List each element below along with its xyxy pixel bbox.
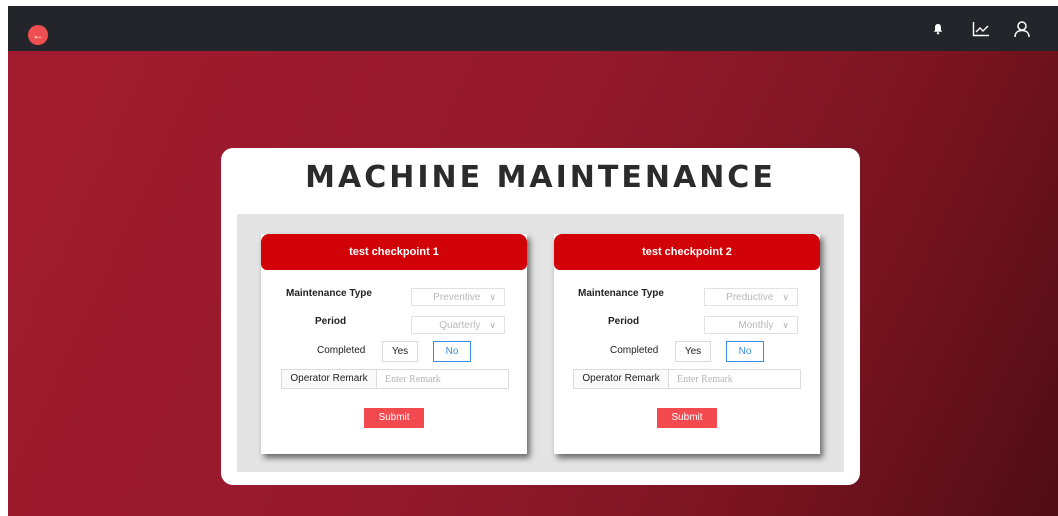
maintenance-card: MACHINE MAINTENANCE test checkpoint 1 Ma… xyxy=(221,148,860,485)
period-value: Quarterly xyxy=(439,319,481,331)
user-icon xyxy=(1014,20,1030,37)
period-select[interactable]: Monthly ∨ xyxy=(704,316,798,334)
back-button[interactable]: ← xyxy=(28,25,48,45)
completed-no-button[interactable]: No xyxy=(726,341,764,362)
notifications-button[interactable] xyxy=(926,6,950,51)
operator-remark-group: Operator Remark xyxy=(281,369,509,389)
chart-line-icon xyxy=(972,21,989,36)
operator-remark-label: Operator Remark xyxy=(282,370,377,388)
submit-button[interactable]: Submit xyxy=(657,408,717,428)
arrow-left-icon: ← xyxy=(32,28,44,42)
checkpoint-card-1: test checkpoint 1 Maintenance Type Preve… xyxy=(261,234,527,454)
period-label: Period xyxy=(315,316,347,327)
page-title: MACHINE MAINTENANCE xyxy=(305,160,776,195)
profile-button[interactable] xyxy=(1009,6,1035,51)
period-label: Period xyxy=(608,316,640,327)
submit-button[interactable]: Submit xyxy=(364,408,424,428)
completed-label: Completed xyxy=(317,345,366,356)
chevron-down-icon: ∨ xyxy=(489,319,496,330)
period-value: Monthly xyxy=(738,319,774,331)
top-bar: ← xyxy=(8,6,1058,51)
chevron-down-icon: ∨ xyxy=(782,291,789,302)
maintenance-type-value: Preventive xyxy=(433,291,481,303)
maintenance-type-label: Maintenance Type xyxy=(286,288,372,299)
operator-remark-label: Operator Remark xyxy=(574,370,669,388)
checkpoint-panel: test checkpoint 1 Maintenance Type Preve… xyxy=(237,214,844,472)
completed-no-button[interactable]: No xyxy=(433,341,471,362)
analytics-button[interactable] xyxy=(968,6,994,51)
maintenance-type-value: Preductive xyxy=(726,291,774,303)
completed-yes-button[interactable]: Yes xyxy=(675,341,711,362)
operator-remark-input[interactable] xyxy=(669,370,800,388)
checkpoint-title: test checkpoint 2 xyxy=(554,234,820,270)
period-select[interactable]: Quarterly ∨ xyxy=(411,316,505,334)
chevron-down-icon: ∨ xyxy=(782,319,789,330)
completed-yes-button[interactable]: Yes xyxy=(382,341,418,362)
maintenance-type-select[interactable]: Preventive ∨ xyxy=(411,288,505,306)
checkpoint-card-2: test checkpoint 2 Maintenance Type Predu… xyxy=(554,234,820,454)
completed-label: Completed xyxy=(610,345,659,356)
chevron-down-icon: ∨ xyxy=(489,291,496,302)
maintenance-type-select[interactable]: Preductive ∨ xyxy=(704,288,798,306)
bell-icon xyxy=(933,23,943,34)
checkpoint-title: test checkpoint 1 xyxy=(261,234,527,270)
operator-remark-input[interactable] xyxy=(377,370,508,388)
maintenance-type-label: Maintenance Type xyxy=(578,288,664,299)
operator-remark-group: Operator Remark xyxy=(573,369,801,389)
